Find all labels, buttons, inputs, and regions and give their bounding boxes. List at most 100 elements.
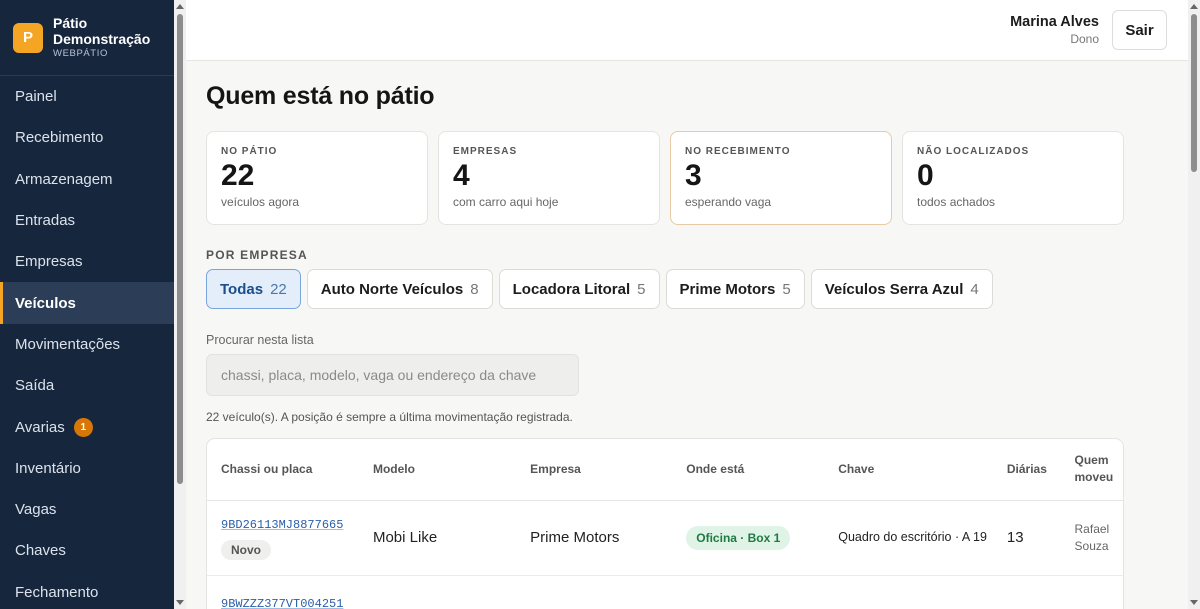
brand-subtitle: WEBPÁTIO	[53, 48, 108, 60]
column-header-chassi[interactable]: Chassi ou placa	[207, 439, 359, 501]
table-header-row: Chassi ou placa Modelo Empresa Onde está…	[207, 439, 1123, 501]
chip-count: 5	[782, 280, 791, 298]
brand-logo: P	[13, 22, 43, 53]
sidebar-item-label: Vagas	[15, 501, 57, 519]
user-role: Dono	[1070, 32, 1099, 46]
sidebar-item-armazenagem[interactable]: Armazenagem	[0, 159, 174, 200]
quem-moveu-cell: Rafael Souza	[1060, 500, 1123, 576]
sidebar-item-chaves[interactable]: Chaves	[0, 530, 174, 571]
stat-value: 22	[221, 159, 255, 192]
result-count-info: 22 veículo(s). A posição é sempre a últi…	[206, 410, 573, 424]
chip-count: 22	[270, 280, 287, 298]
sidebar-item-movimentacoes[interactable]: Movimentações	[0, 324, 174, 365]
stat-label: NO RECEBIMENTO	[685, 146, 791, 157]
column-header-chave[interactable]: Chave	[824, 439, 993, 501]
chip-label: Todas	[220, 280, 264, 298]
stat-value: 4	[453, 159, 470, 192]
sidebar-item-avarias[interactable]: Avarias 1	[0, 406, 174, 447]
sidebar-item-empresas[interactable]: Empresas	[0, 241, 174, 282]
scrollbar-thumb[interactable]	[177, 14, 183, 484]
top-bar: Marina Alves Dono Sair	[186, 0, 1188, 61]
sidebar-item-label: Fechamento	[15, 583, 99, 601]
search-label: Procurar nesta lista	[206, 333, 314, 347]
filter-chip-auto-norte[interactable]: Auto Norte Veículos 8	[306, 269, 493, 309]
sidebar-item-inventario[interactable]: Inventário	[0, 448, 174, 489]
stat-card-no-recebimento: NO RECEBIMENTO 3 esperando vaga	[670, 131, 892, 225]
stat-value: 3	[685, 159, 702, 192]
main-content: Marina Alves Dono Sair Quem está no páti…	[186, 0, 1188, 609]
sidebar-item-fechamento[interactable]: Fechamento	[0, 572, 174, 609]
company-filter-chips: Todas 22 Auto Norte Veículos 8 Locadora Li…	[206, 269, 1168, 309]
stat-description: todos achados	[917, 195, 996, 209]
sidebar-item-entradas[interactable]: Entradas	[0, 200, 174, 241]
stat-card-no-patio: NO PÁTIO 22 veículos agora	[206, 131, 428, 225]
column-header-onde-esta[interactable]: Onde está	[672, 439, 825, 501]
stat-value: 0	[917, 159, 934, 192]
sidebar-item-painel[interactable]: Painel	[0, 76, 174, 117]
page-scrollbar[interactable]	[1188, 0, 1200, 609]
filter-section-label: POR EMPRESA	[206, 248, 308, 262]
scrollbar-thumb[interactable]	[1191, 14, 1197, 172]
brand[interactable]: P Pátio Demonstração WEBPÁTIO	[0, 0, 174, 76]
modelo-cell: Mobi Like	[358, 500, 517, 576]
scroll-up-arrow-icon[interactable]	[176, 4, 184, 9]
vehicles-table: Chassi ou placa Modelo Empresa Onde está…	[207, 439, 1123, 609]
chip-count: 5	[637, 280, 646, 298]
search-input[interactable]	[206, 354, 579, 396]
column-header-diarias[interactable]: Diárias	[992, 439, 1061, 501]
sidebar-item-label: Veículos	[15, 294, 76, 312]
column-header-empresa[interactable]: Empresa	[516, 439, 673, 501]
chip-label: Locadora Litoral	[512, 280, 631, 298]
stat-card-nao-localizados: NÃO LOCALIZADOS 0 todos achados	[902, 131, 1124, 225]
sidebar-item-label: Empresas	[15, 253, 83, 271]
chassi-link[interactable]: 9BWZZZ377VT004251	[221, 597, 343, 609]
filter-chip-locadora-litoral[interactable]: Locadora Litoral 5	[498, 269, 660, 309]
scroll-up-arrow-icon[interactable]	[1190, 4, 1198, 9]
user-name: Marina Alves	[1010, 14, 1099, 30]
new-tag: Novo	[221, 540, 271, 560]
column-header-modelo[interactable]: Modelo	[358, 439, 517, 501]
sidebar-item-recebimento[interactable]: Recebimento	[0, 117, 174, 158]
stat-card-empresas: EMPRESAS 4 com carro aqui hoje	[438, 131, 660, 225]
sidebar-scrollbar[interactable]	[174, 0, 186, 609]
sidebar-item-label: Saída	[15, 377, 55, 395]
table-row[interactable]: 9BD26113MJ8877665 Novo Mobi Like Prime M…	[207, 500, 1123, 576]
chip-label: Prime Motors	[679, 280, 776, 298]
stat-description: veículos agora	[221, 195, 300, 209]
chip-count: 4	[970, 280, 979, 298]
scroll-down-arrow-icon[interactable]	[176, 600, 184, 605]
stat-label: NO PÁTIO	[221, 146, 278, 157]
table-row[interactable]: 9BWZZZ377VT004251	[207, 575, 1123, 609]
sidebar-item-veiculos[interactable]: Veículos	[0, 282, 174, 325]
logout-button[interactable]: Sair	[1112, 10, 1167, 50]
filter-chip-todas[interactable]: Todas 22	[206, 269, 301, 309]
stat-label: NÃO LOCALIZADOS	[917, 146, 1030, 157]
avarias-count-badge: 1	[73, 417, 93, 437]
diarias-cell: 13	[992, 500, 1061, 576]
column-header-quem-moveu[interactable]: Quem moveu	[1060, 439, 1123, 501]
filter-chip-prime-motors[interactable]: Prime Motors 5	[665, 269, 805, 309]
vehicles-table-card: Chassi ou placa Modelo Empresa Onde está…	[206, 438, 1124, 609]
chassi-link[interactable]: 9BD26113MJ8877665	[221, 518, 343, 532]
sidebar-item-label: Painel	[15, 88, 57, 106]
page-title: Quem está no pátio	[206, 82, 435, 110]
sidebar-nav: Painel Recebimento Armazenagem Entradas …	[0, 76, 174, 609]
chip-label: Veículos Serra Azul	[824, 280, 964, 298]
stat-description: esperando vaga	[685, 195, 772, 209]
scroll-down-arrow-icon[interactable]	[1190, 600, 1198, 605]
sidebar-item-label: Movimentações	[15, 335, 121, 353]
sidebar-item-label: Entradas	[15, 212, 76, 230]
sidebar-item-vagas[interactable]: Vagas	[0, 489, 174, 530]
sidebar-item-label: Armazenagem	[15, 170, 113, 188]
sidebar-item-label: Recebimento	[15, 129, 104, 147]
sidebar: P Pátio Demonstração WEBPÁTIO Painel Rec…	[0, 0, 174, 609]
chip-count: 8	[470, 280, 479, 298]
sidebar-item-saida[interactable]: Saída	[0, 365, 174, 406]
filter-chip-serra-azul[interactable]: Veículos Serra Azul 4	[810, 269, 993, 309]
location-badge: Oficina · Box 1	[686, 525, 791, 550]
stat-label: EMPRESAS	[453, 146, 518, 157]
sidebar-item-label: Chaves	[15, 542, 66, 560]
stats-row: NO PÁTIO 22 veículos agora EMPRESAS 4 co…	[206, 131, 1168, 225]
chave-cell: Quadro do escritório · A 19	[824, 500, 993, 576]
chip-label: Auto Norte Veículos	[320, 280, 464, 298]
